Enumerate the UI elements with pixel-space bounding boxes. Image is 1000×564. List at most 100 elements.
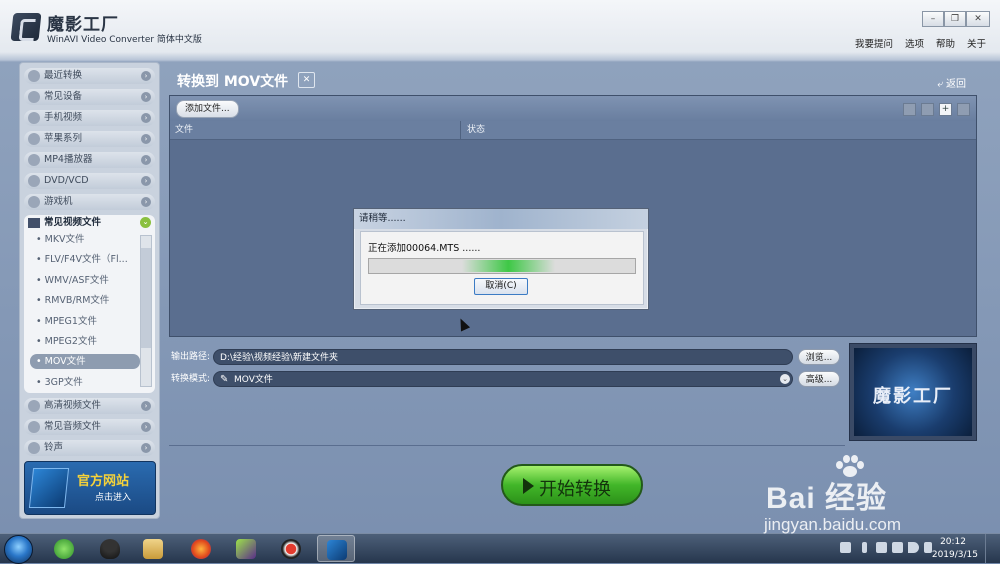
sidebar-item-audio[interactable]: 常见音频文件 › [24, 419, 155, 435]
conversion-mode-select[interactable]: ✎ MOV文件 ⌄ [213, 371, 793, 387]
format-item[interactable]: • RMVB/RM文件 [30, 293, 142, 308]
website-icon [28, 468, 70, 508]
app-logo-icon [10, 13, 42, 41]
watermark-brand: Bai 经验 [766, 482, 888, 515]
chevron-right-icon: › [141, 176, 151, 186]
gamepad-icon [28, 196, 40, 208]
app-logo-icon [327, 540, 347, 560]
chevron-down-icon: ⌄ [140, 217, 151, 228]
format-item-selected[interactable]: • MOV文件 [30, 354, 140, 369]
app-window: 魔影工厂 WinAVI Video Converter 简体中文版 – ❐ ✕ … [0, 0, 1000, 533]
file-toolbar: 添加文件... + [170, 96, 976, 121]
preview-logo-text: 魔影工厂 [873, 386, 953, 407]
firefox-icon [191, 539, 211, 559]
menu-help[interactable]: 帮助 [936, 36, 955, 50]
folder-icon [143, 539, 163, 559]
sidebar-group-header[interactable]: 常见视频文件 ⌄ [24, 215, 155, 231]
menu-ask[interactable]: 我要提问 [855, 36, 893, 50]
sidebar-item-mp4[interactable]: MP4播放器 › [24, 152, 155, 168]
sidebar-scrollbar[interactable] [140, 235, 152, 387]
advanced-button[interactable]: 高级... [798, 371, 840, 387]
start-menu-icon[interactable] [4, 535, 33, 564]
back-button[interactable]: ⤶ 返回 [937, 75, 966, 90]
app-subtitle: WinAVI Video Converter 简体中文版 [47, 35, 202, 45]
chevron-right-icon: › [141, 197, 151, 207]
keyboard-icon[interactable] [840, 542, 851, 553]
taskbar-app[interactable] [45, 535, 83, 562]
taskbar-app[interactable] [91, 535, 129, 562]
official-site-banner[interactable]: 官方网站 点击进入 [24, 461, 156, 515]
dropdown-icon[interactable]: ⌄ [780, 374, 790, 384]
taskbar-app[interactable] [272, 535, 310, 562]
banner-title: 官方网站 [77, 474, 130, 489]
network-icon[interactable] [892, 542, 903, 553]
chevron-right-icon: › [141, 155, 151, 165]
remove-icon[interactable] [957, 103, 970, 116]
chevron-right-icon: › [141, 92, 151, 102]
page-title: 转换到 MOV文件 [177, 74, 289, 90]
film-icon [28, 218, 40, 228]
move-down-icon[interactable] [921, 103, 934, 116]
apple-icon [28, 133, 40, 145]
output-path-field[interactable]: D:\经验\视频经验\新建文件夹 [213, 349, 793, 365]
tools-icon[interactable]: ✕ [298, 72, 315, 88]
cancel-button[interactable]: 取消(C) [474, 278, 528, 295]
taskbar-app[interactable] [227, 535, 265, 562]
tray-arrow-icon[interactable] [862, 542, 867, 553]
top-menu: 我要提问 选项 帮助 关于 [855, 36, 986, 50]
taskbar-app[interactable] [182, 535, 220, 562]
format-item[interactable]: • MPEG2文件 [30, 334, 142, 349]
format-item[interactable]: • MPEG1文件 [30, 314, 142, 329]
minimize-icon[interactable]: – [922, 11, 944, 27]
add-icon[interactable]: + [939, 103, 952, 116]
sidebar-item-game[interactable]: 游戏机 › [24, 194, 155, 210]
format-item[interactable]: • FLV/F4V文件（Fl... [30, 252, 142, 267]
battery-icon[interactable] [924, 542, 932, 553]
media-player-icon [236, 539, 256, 559]
phone-icon [28, 112, 40, 124]
flag-icon[interactable] [876, 542, 887, 553]
taskbar-app[interactable] [134, 535, 172, 562]
column-file[interactable]: 文件 [175, 121, 193, 139]
add-file-button[interactable]: 添加文件... [176, 100, 239, 118]
sidebar-item-apple[interactable]: 苹果系列 › [24, 131, 155, 147]
record-icon [281, 539, 301, 559]
menu-about[interactable]: 关于 [967, 36, 986, 50]
sidebar-item-recent[interactable]: 最近转换 › [24, 68, 155, 84]
start-convert-button[interactable]: 开始转换 [501, 464, 643, 506]
taskbar-app-active[interactable] [317, 535, 355, 562]
window-controls: – ❐ ✕ [922, 11, 990, 27]
clock-icon [28, 70, 40, 82]
music-icon [28, 421, 40, 433]
bell-icon [28, 442, 40, 454]
column-status[interactable]: 状态 [467, 121, 485, 139]
scrollbar-thumb[interactable] [141, 248, 151, 348]
watermark-url: jingyan.baidu.com [764, 515, 902, 534]
sidebar: 最近转换 › 常见设备 › 手机视频 › 苹果系列 › MP4播放器 › DVD/VCD ›… [19, 62, 160, 519]
conversion-mode-label: 转换模式: [171, 374, 211, 384]
chevron-right-icon: › [141, 422, 151, 432]
show-desktop-button[interactable] [985, 534, 996, 563]
sidebar-item-devices[interactable]: 常见设备 › [24, 89, 155, 105]
clock-date[interactable]: 2019/3/15 [932, 550, 978, 560]
pencil-icon: ✎ [220, 374, 229, 385]
title-bar: 魔影工厂 WinAVI Video Converter 简体中文版 – ❐ ✕ … [0, 0, 1000, 56]
menu-options[interactable]: 选项 [905, 36, 924, 50]
sidebar-item-dvd[interactable]: DVD/VCD › [24, 173, 155, 189]
output-path-label: 输出路径: [171, 352, 211, 362]
sidebar-item-ringtone[interactable]: 铃声 › [24, 440, 155, 456]
sidebar-item-hd[interactable]: 高清视频文件 › [24, 398, 155, 414]
volume-icon[interactable] [908, 542, 919, 553]
hd-icon [28, 400, 40, 412]
refresh-app-icon [54, 539, 74, 559]
format-item[interactable]: • WMV/ASF文件 [30, 273, 142, 288]
close-icon[interactable]: ✕ [966, 11, 990, 27]
format-item[interactable]: • MKV文件 [30, 232, 142, 247]
browse-button[interactable]: 浏览... [798, 349, 840, 365]
dialog-body: 正在添加00064.MTS ...... 取消(C) [360, 231, 644, 305]
preview-panel: 魔影工厂 [849, 343, 977, 441]
format-item[interactable]: • 3GP文件 [30, 375, 142, 390]
move-up-icon[interactable] [903, 103, 916, 116]
sidebar-item-phone[interactable]: 手机视频 › [24, 110, 155, 126]
restore-icon[interactable]: ❐ [944, 11, 966, 27]
